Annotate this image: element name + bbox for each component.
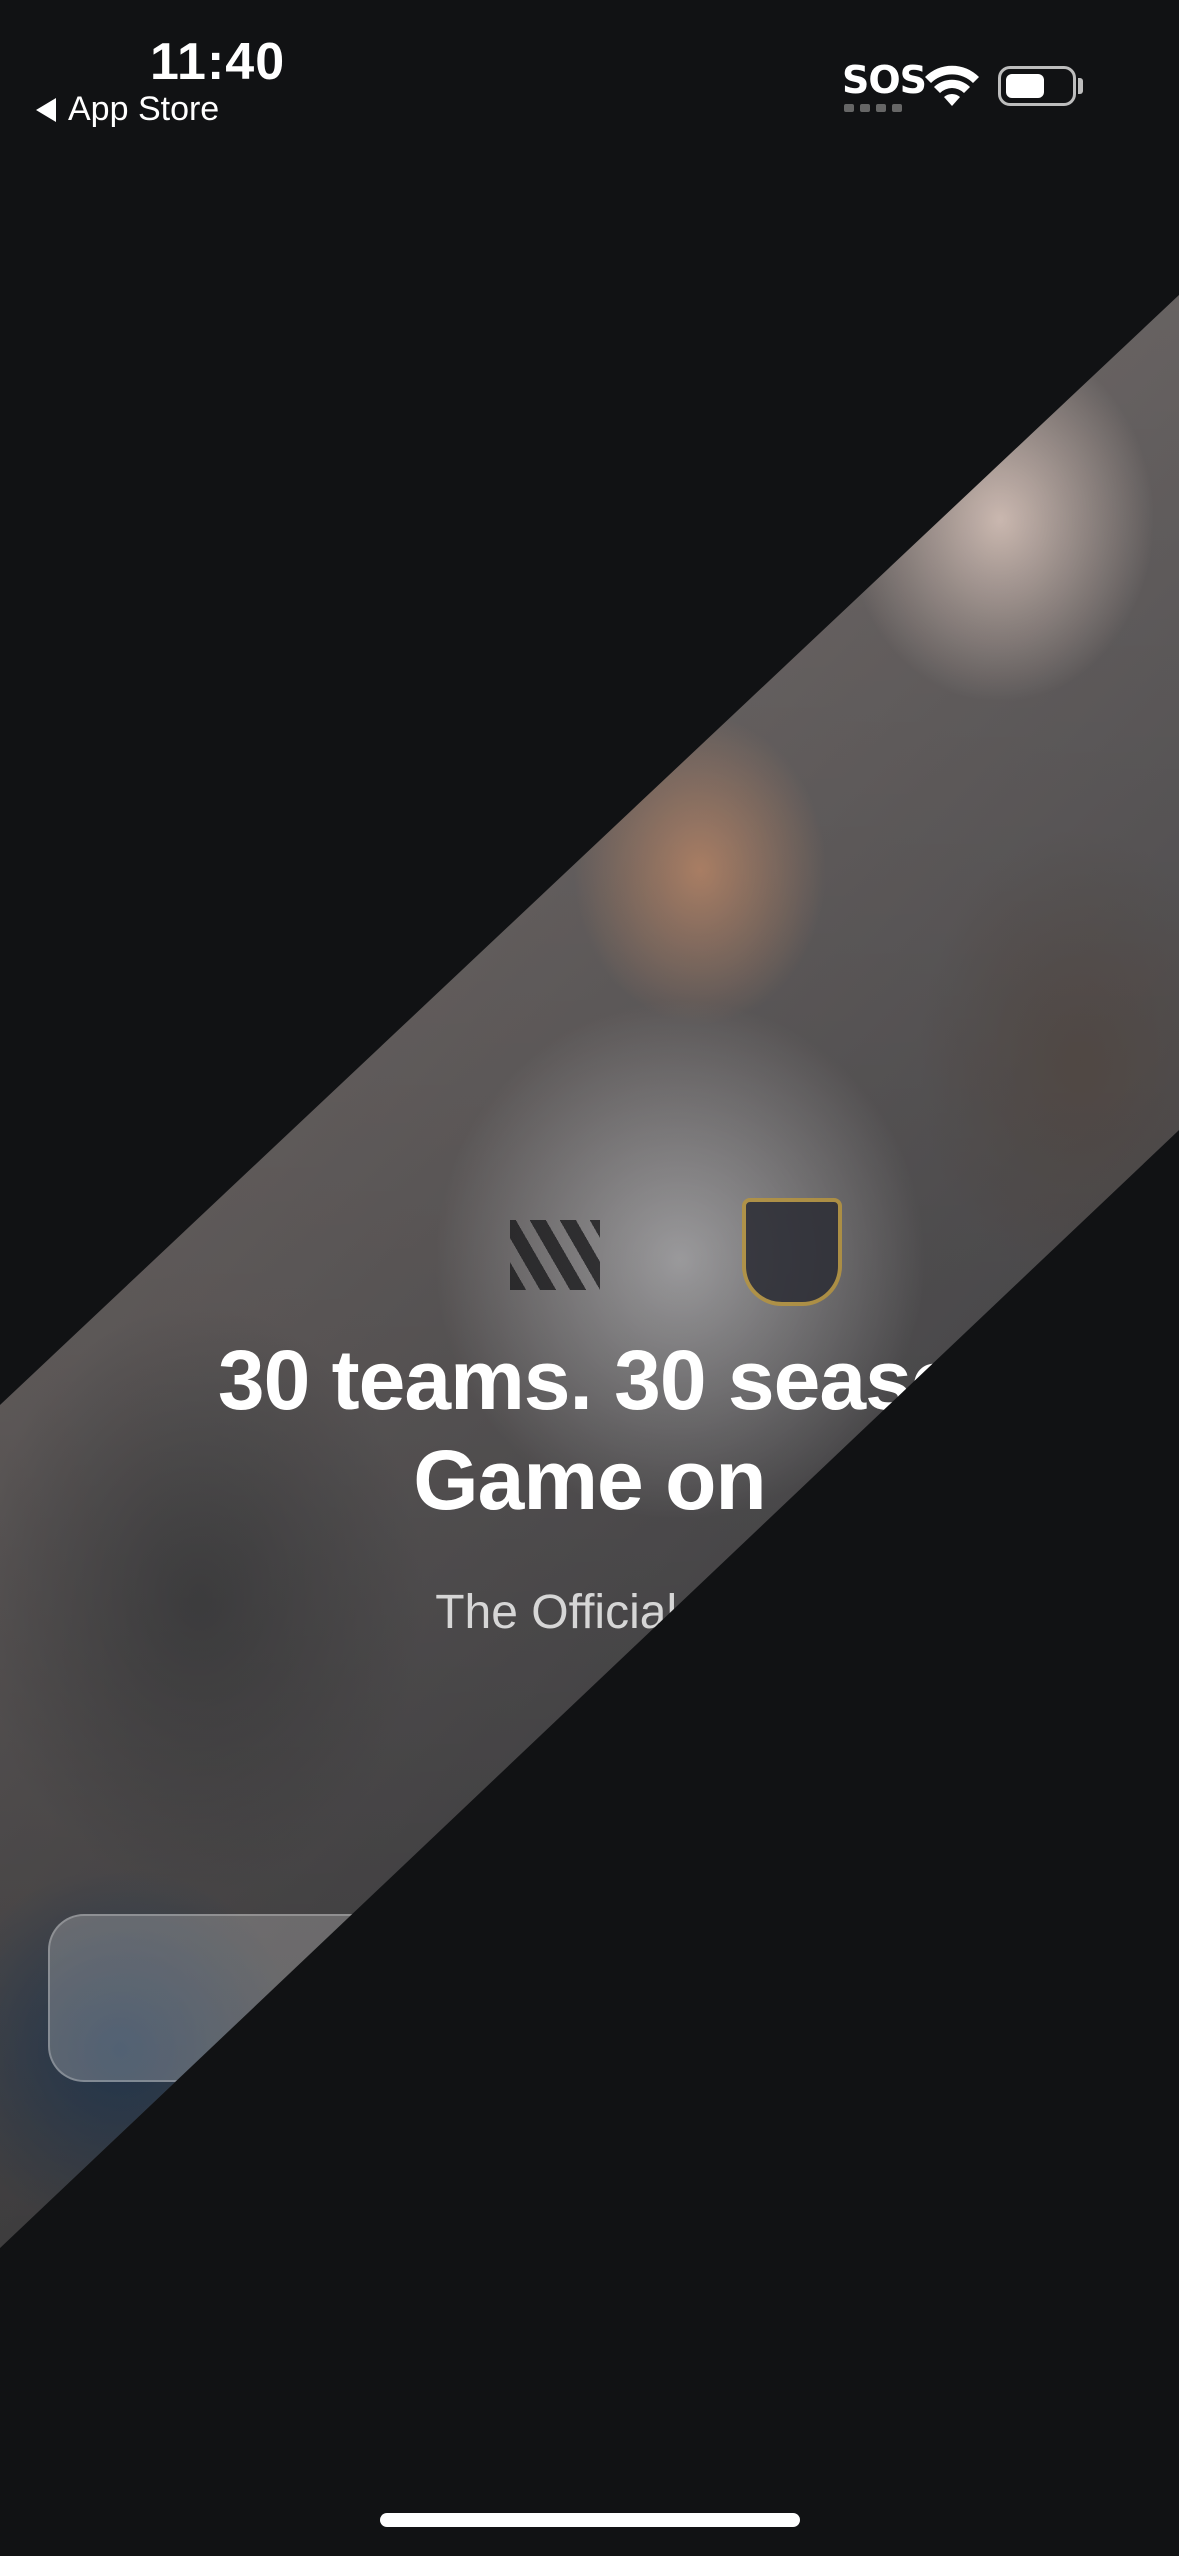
hero-content: 30 teams. 30 seaso Game on The Official … (0, 295, 1179, 2248)
hero-headline: 30 teams. 30 seaso Game on (0, 1330, 1179, 1530)
headline-line-2: Game on (413, 1433, 766, 1527)
back-triangle-icon (36, 97, 56, 122)
wifi-icon (925, 65, 979, 106)
headline-line-1: 30 teams. 30 seaso (217, 1333, 962, 1427)
battery-level (1006, 74, 1044, 98)
back-to-app-store-link[interactable]: App Store (36, 90, 219, 129)
home-indicator[interactable] (380, 2513, 800, 2527)
signal-dots-icon (844, 104, 902, 112)
battery-icon (998, 66, 1076, 106)
hero-subtitle: The Official MI (435, 1586, 744, 1639)
sos-indicator: SOS (842, 58, 927, 102)
primary-cta-button[interactable] (48, 1914, 1131, 2082)
status-time: 11:40 (150, 33, 286, 91)
back-link-label: App Store (68, 90, 220, 128)
battery-cap (1078, 78, 1083, 94)
